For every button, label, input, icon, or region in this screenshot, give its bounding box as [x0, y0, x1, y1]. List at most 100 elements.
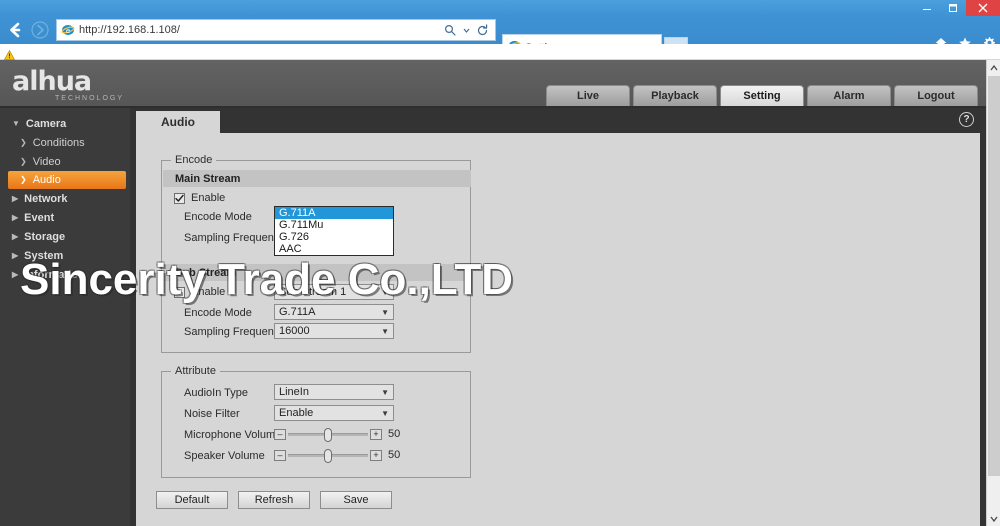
sidebar-item-storage[interactable]: ▶ Storage: [0, 227, 130, 246]
speaker-volume-slider[interactable]: – + 50: [274, 448, 400, 463]
main-enable-label: Enable: [191, 192, 226, 204]
mic-volume-decrease-button[interactable]: –: [274, 428, 286, 440]
encode-mode-dropdown-open[interactable]: G.711A G.711Mu G.726 AAC: [274, 206, 394, 256]
svg-text:e: e: [66, 27, 70, 35]
sidebar-item-information[interactable]: ▶ Information: [0, 265, 130, 284]
help-icon[interactable]: ?: [959, 112, 974, 127]
sub-enable-checkbox[interactable]: [174, 286, 185, 298]
settings-panel: Encode Main Stream Enable Encode Mode Sa…: [136, 133, 980, 526]
chevron-down-icon: ▼: [381, 408, 389, 418]
warning-icon: [3, 47, 16, 60]
main-sampling-label: Sampling Frequency: [184, 232, 285, 244]
caret-right-icon: ▶: [12, 212, 19, 222]
sub-sampling-select[interactable]: 16000 ▼: [274, 323, 394, 339]
mic-volume-increase-button[interactable]: +: [370, 428, 382, 440]
content-area: Audio ? Encode Main Stream Enable Encode…: [130, 108, 986, 526]
speaker-volume-track[interactable]: [288, 448, 368, 463]
noise-filter-select[interactable]: Enable ▼: [274, 405, 394, 421]
address-url-text: http://192.168.1.108/: [79, 24, 180, 36]
sidebar-item-video[interactable]: ❯ Video: [0, 152, 130, 171]
main-encode-mode-label: Encode Mode: [184, 211, 252, 223]
sidebar-item-label: Storage: [24, 230, 66, 243]
sidebar-item-label: Audio: [32, 174, 61, 186]
mic-volume-thumb[interactable]: [324, 427, 332, 442]
caret-right-icon: ❯: [20, 137, 27, 147]
sub-enable-row[interactable]: Enable: [174, 286, 225, 298]
sub-stream-select[interactable]: Sub Stream 1 ▼: [274, 284, 394, 300]
sidebar-item-conditions[interactable]: ❯ Conditions: [0, 133, 130, 152]
speaker-volume-increase-button[interactable]: +: [370, 449, 382, 461]
scrollbar-thumb[interactable]: [988, 76, 1000, 476]
sub-encode-mode-row: Encode Mode: [184, 307, 252, 319]
brand-name: alhua: [12, 66, 92, 97]
nav-tab-alarm[interactable]: Alarm: [807, 85, 891, 106]
mic-volume-label: Microphone Volume: [184, 429, 282, 441]
main-enable-row[interactable]: Enable: [174, 192, 225, 204]
main-navigation: Live Playback Setting Alarm Logout: [546, 85, 978, 106]
browser-navigation-bar: e http://192.168.1.108/: [0, 16, 1000, 60]
mic-volume-value: 50: [388, 428, 401, 440]
audioin-type-select[interactable]: LineIn ▼: [274, 384, 394, 400]
sidebar-item-audio[interactable]: ❯ Audio: [8, 171, 126, 189]
sub-encode-mode-label: Encode Mode: [184, 307, 252, 319]
tab-audio[interactable]: Audio: [136, 111, 220, 133]
attribute-fieldset: Attribute AudioIn Type LineIn ▼ Noise Fi…: [161, 365, 471, 478]
chevron-down-icon[interactable]: [463, 27, 470, 34]
audioin-type-row: AudioIn Type: [184, 387, 248, 399]
close-button[interactable]: [966, 0, 1000, 16]
noise-filter-label: Noise Filter: [184, 408, 240, 420]
chevron-down-icon: ▼: [381, 307, 389, 317]
speaker-volume-decrease-button[interactable]: –: [274, 449, 286, 461]
speaker-volume-row: Speaker Volume: [184, 450, 265, 462]
sidebar-item-camera[interactable]: ▼ Camera: [0, 114, 130, 133]
sidebar-item-label: Camera: [25, 117, 67, 130]
sidebar-item-label: Event: [24, 211, 55, 224]
sub-encode-mode-select[interactable]: G.711A ▼: [274, 304, 394, 320]
scroll-down-icon[interactable]: [987, 511, 1000, 526]
nav-tab-setting[interactable]: Setting: [720, 85, 804, 106]
forward-arrow-icon[interactable]: [29, 19, 51, 41]
nav-tab-live[interactable]: Live: [546, 85, 630, 106]
page-scrollbar[interactable]: [986, 60, 1000, 526]
search-icon[interactable]: [444, 24, 457, 37]
chevron-down-icon: ▼: [381, 287, 389, 297]
main-sampling-row: Sampling Frequency: [184, 232, 285, 244]
window-titlebar: [0, 0, 1000, 16]
speaker-volume-thumb[interactable]: [324, 448, 332, 463]
sidebar-item-system[interactable]: ▶ System: [0, 246, 130, 265]
back-arrow-icon[interactable]: [5, 19, 27, 41]
scroll-up-icon[interactable]: [987, 60, 1000, 75]
restore-button[interactable]: [940, 0, 966, 16]
sidebar-item-event[interactable]: ▶ Event: [0, 208, 130, 227]
address-bar[interactable]: e http://192.168.1.108/: [56, 19, 496, 41]
sidebar-item-network[interactable]: ▶ Network: [0, 189, 130, 208]
brand-subtitle: TECHNOLOGY: [55, 95, 125, 102]
dropdown-option-g711a[interactable]: G.711A: [275, 207, 393, 219]
sidebar-item-label: Network: [24, 192, 68, 205]
window-controls: [914, 0, 1000, 16]
nav-tab-playback[interactable]: Playback: [633, 85, 717, 106]
nav-tab-logout[interactable]: Logout: [894, 85, 978, 106]
mic-volume-slider[interactable]: – + 50: [274, 427, 401, 442]
caret-right-icon: ▶: [12, 269, 19, 279]
minimize-button[interactable]: [914, 0, 940, 16]
noise-filter-value: Enable: [279, 407, 314, 419]
attribute-legend: Attribute: [171, 365, 220, 377]
dropdown-option-g726[interactable]: G.726: [275, 231, 393, 243]
speaker-volume-label: Speaker Volume: [184, 450, 265, 462]
caret-right-icon: ▶: [12, 250, 19, 260]
refresh-icon[interactable]: [476, 23, 489, 37]
mic-volume-track[interactable]: [288, 427, 368, 442]
dropdown-option-aac[interactable]: AAC: [275, 243, 393, 255]
sidebar-item-label: System: [24, 249, 64, 262]
default-button[interactable]: Default: [156, 491, 228, 509]
ie-favicon-icon: e: [61, 23, 75, 37]
mic-volume-row: Microphone Volume: [184, 429, 281, 441]
main-enable-checkbox[interactable]: [174, 192, 185, 204]
notification-bar: [0, 44, 1000, 60]
sidebar-menu: ▼ Camera ❯ Conditions ❯ Video ❯ Audio ▶ …: [0, 108, 130, 526]
sub-stream-title: Sub Stream: [163, 264, 471, 281]
refresh-button[interactable]: Refresh: [238, 491, 310, 509]
save-button[interactable]: Save: [320, 491, 392, 509]
dropdown-option-g711mu[interactable]: G.711Mu: [275, 219, 393, 231]
